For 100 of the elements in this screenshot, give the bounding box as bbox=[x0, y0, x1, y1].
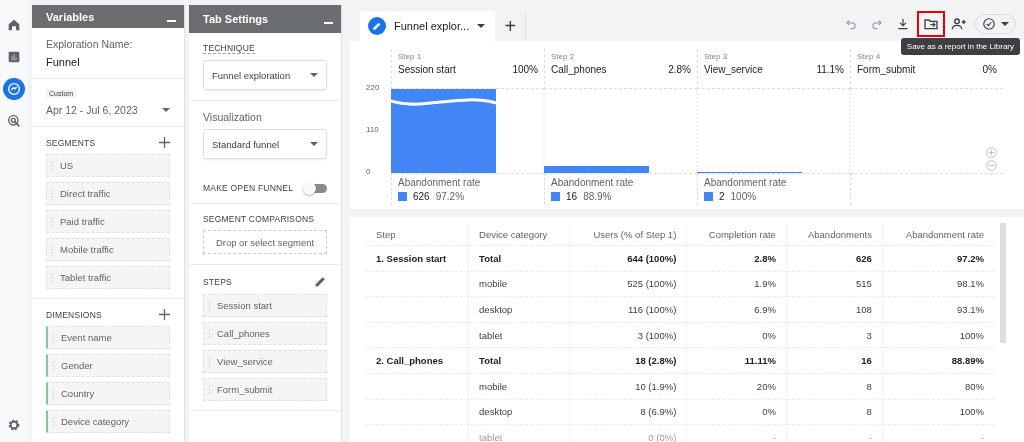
abandonment-label: Abandonment rate bbox=[704, 177, 788, 188]
table-cell: 98.1% bbox=[957, 278, 984, 290]
table-cell: - bbox=[868, 431, 872, 442]
table-cell: 80% bbox=[965, 380, 984, 392]
pencil-icon[interactable] bbox=[314, 275, 327, 288]
exploration-name[interactable]: Funnel bbox=[46, 56, 170, 68]
step-number: Step 4 bbox=[857, 52, 882, 61]
step-chip[interactable]: Form_submit bbox=[203, 378, 327, 401]
table-cell: 2. Call_phones bbox=[376, 355, 444, 367]
section-heading: SEGMENTS bbox=[46, 137, 96, 148]
axis-tick-label: 110 bbox=[366, 125, 379, 134]
table-cell: Total bbox=[479, 252, 502, 264]
table-cell: 1.9% bbox=[754, 278, 776, 290]
table-cell: 116 (100%) bbox=[627, 304, 677, 315]
table-cell: 644 (100%) bbox=[627, 252, 677, 264]
step-number: Step 1 bbox=[398, 52, 423, 61]
step-chip[interactable]: View_service bbox=[203, 350, 327, 373]
step-percent: 0% bbox=[982, 64, 997, 75]
dimension-chip[interactable]: Event name bbox=[46, 326, 170, 349]
table-cell: 88.89% bbox=[951, 355, 984, 367]
dimension-chip[interactable]: Device category bbox=[46, 410, 170, 433]
abandonment-rate: 97.2% bbox=[435, 191, 465, 202]
table-cell: 93.1% bbox=[957, 304, 984, 315]
folder-arrow-icon[interactable] bbox=[919, 13, 943, 35]
segment-chip[interactable]: US bbox=[46, 154, 170, 177]
chart-circle-icon[interactable] bbox=[3, 78, 25, 100]
table-cell: 108 bbox=[856, 304, 872, 315]
column-header[interactable]: Users (% of Step 1) bbox=[593, 228, 677, 240]
caret-icon[interactable] bbox=[162, 108, 170, 112]
table-cell: 20% bbox=[756, 380, 776, 392]
technique-dropdown[interactable]: Funnel exploration bbox=[203, 60, 327, 90]
abandonment-rate: 88.9% bbox=[583, 191, 612, 202]
table-cell: 6.9% bbox=[754, 304, 776, 315]
column-header[interactable]: Abandonment rate bbox=[905, 228, 984, 240]
tooltip: Save as a report in the Library bbox=[900, 38, 1020, 55]
zoom-out-icon[interactable] bbox=[986, 160, 997, 171]
date-range[interactable]: Apr 12 - Jul 6, 2023 bbox=[46, 104, 138, 116]
segment-chip[interactable]: Mobile traffic bbox=[46, 238, 170, 261]
pencil-icon bbox=[368, 17, 386, 35]
scrollbar[interactable] bbox=[1000, 223, 1006, 343]
segment-comparisons-label: SEGMENT COMPARISONS bbox=[203, 214, 316, 224]
table-cell: 8 bbox=[866, 406, 872, 418]
step-chip[interactable]: Call_phones bbox=[203, 322, 327, 345]
segment-chip[interactable]: Direct traffic bbox=[46, 182, 170, 205]
dimension-chip[interactable]: Country bbox=[46, 382, 170, 405]
visualization-dropdown[interactable]: Standard funnel bbox=[203, 129, 327, 159]
column-header[interactable]: Step bbox=[376, 228, 396, 240]
segment-drop-zone[interactable]: Drop or select segment bbox=[203, 230, 327, 254]
plus-icon[interactable] bbox=[159, 137, 170, 148]
abandonment-rate: 100% bbox=[730, 191, 757, 202]
collapse-icon[interactable] bbox=[167, 19, 176, 22]
exploration-tab[interactable]: Funnel explor... bbox=[360, 11, 496, 41]
abandonment-count: 2 bbox=[719, 191, 725, 202]
steps-label: STEPS bbox=[203, 276, 232, 287]
table-cell: 100% bbox=[959, 329, 984, 341]
legend-swatch bbox=[551, 192, 560, 201]
table-cell: 525 (100%) bbox=[627, 278, 677, 290]
table-cell: 100% bbox=[959, 406, 984, 418]
table-cell: 3 bbox=[866, 329, 872, 341]
table-cell: 2.8% bbox=[754, 252, 776, 264]
step-name: Form_submit bbox=[857, 64, 916, 75]
step-name: View_service bbox=[704, 64, 763, 75]
column-header[interactable]: Completion rate bbox=[708, 228, 776, 240]
step-name: Call_phones bbox=[551, 64, 607, 75]
exploration-name-label: Exploration Name: bbox=[46, 38, 134, 50]
section-heading: DIMENSIONS bbox=[46, 309, 102, 320]
toggle-switch[interactable] bbox=[305, 183, 327, 193]
axis-tick-label: 0 bbox=[366, 167, 371, 176]
technique-label: TECHNIQUE bbox=[203, 43, 255, 54]
step-percent: 2.8% bbox=[668, 64, 691, 75]
table-cell: 515 bbox=[856, 278, 872, 290]
step-number: Step 3 bbox=[704, 52, 729, 61]
table-cell: - bbox=[772, 431, 776, 442]
table-cell: 11.11% bbox=[744, 355, 776, 367]
axis-tick-label: 220 bbox=[366, 83, 380, 92]
table-cell: 1. Session start bbox=[376, 252, 447, 264]
table-cell: 10 (1.9%) bbox=[635, 380, 677, 392]
step-number: Step 2 bbox=[551, 52, 576, 61]
table-cell: 0% bbox=[762, 329, 776, 341]
table-cell: 97.2% bbox=[957, 252, 984, 264]
legend-swatch bbox=[398, 192, 407, 201]
column-header[interactable]: Device category bbox=[479, 228, 548, 240]
table-cell: 8 bbox=[866, 380, 872, 392]
visualization-label: Visualization bbox=[203, 111, 263, 123]
step-name: Session start bbox=[398, 64, 456, 75]
step-chip[interactable]: Session start bbox=[203, 294, 327, 317]
column-header[interactable]: Abandonments bbox=[807, 228, 872, 240]
plus-icon[interactable] bbox=[159, 309, 170, 320]
abandonment-count: 626 bbox=[413, 191, 430, 202]
table-cell: 16 bbox=[861, 355, 872, 367]
panel-title: Tab Settings bbox=[203, 13, 269, 25]
dimension-chip[interactable]: Gender bbox=[46, 354, 170, 377]
abandonment-label: Abandonment rate bbox=[398, 177, 482, 188]
open-funnel-label: MAKE OPEN FUNNEL bbox=[203, 183, 294, 193]
legend-swatch bbox=[704, 192, 713, 201]
segment-chip[interactable]: Paid traffic bbox=[46, 210, 170, 233]
abandonment-label: Abandonment rate bbox=[551, 177, 635, 188]
segment-chip[interactable]: Tablet traffic bbox=[46, 266, 170, 289]
table-cell: 3 (100%) bbox=[637, 329, 677, 341]
zoom-in-icon[interactable] bbox=[986, 147, 997, 158]
